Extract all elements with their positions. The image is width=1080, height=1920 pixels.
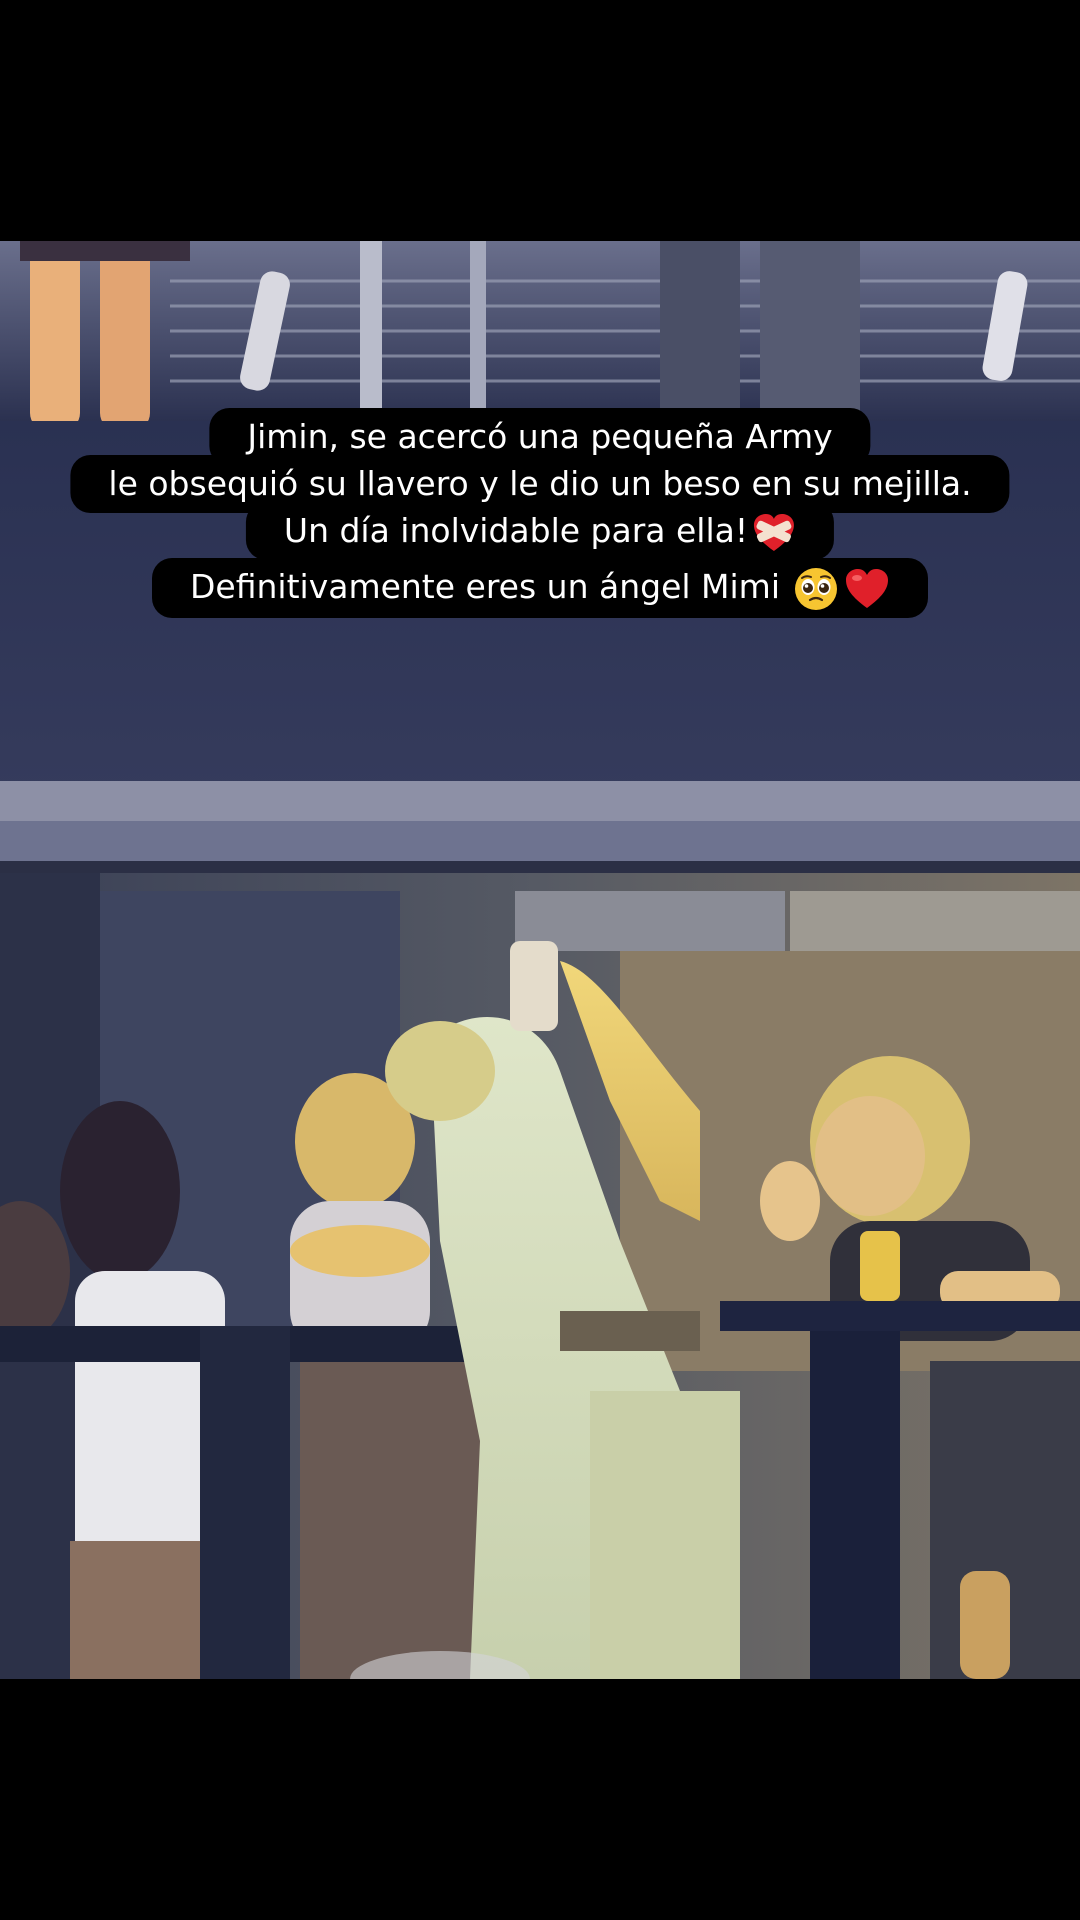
caption-line-3-text: Un día inolvidable para ella!	[283, 511, 749, 550]
mending-heart-icon	[752, 513, 796, 553]
red-heart-icon	[844, 568, 890, 610]
caption-line-2-text: le obsequió su llavero y le dio un beso …	[108, 464, 972, 503]
caption-line-3: Un día inolvidable para ella!	[245, 502, 835, 560]
caption-overlay: Jimin, se acercó una pequeña Army le obs…	[0, 408, 1080, 640]
pleading-face-icon	[794, 567, 838, 611]
caption-line-4-text: Definitivamente eres un ángel Mimi	[190, 567, 780, 606]
story-frame: Jimin, se acercó una pequeña Army le obs…	[0, 0, 1080, 1920]
caption-line-4: Definitivamente eres un ángel Mimi	[152, 558, 928, 618]
caption-line-1-text: Jimin, se acercó una pequeña Army	[247, 417, 833, 456]
